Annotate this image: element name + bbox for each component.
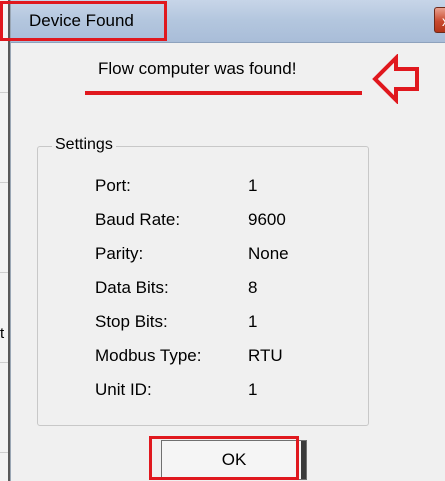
background-tick [0, 92, 8, 93]
setting-label-port: Port: [95, 176, 131, 195]
ok-highlight-box [149, 436, 299, 480]
title-highlight-box [0, 1, 167, 41]
settings-group-legend: Settings [52, 136, 116, 154]
setting-value-data-bits: 8 [248, 278, 258, 297]
setting-label-unit-id: Unit ID: [95, 380, 152, 399]
setting-label-data-bits: Data Bits: [95, 278, 169, 297]
background-tick [0, 272, 8, 273]
left-arrow-icon [372, 54, 419, 104]
setting-value-port: 1 [248, 176, 258, 195]
setting-label-stop-bits: Stop Bits: [95, 312, 168, 331]
background-text-fragment: t [0, 325, 5, 342]
close-button[interactable]: x [434, 7, 445, 33]
background-tick [0, 452, 8, 453]
setting-label-parity: Parity: [95, 244, 144, 263]
setting-value-baud-rate: 9600 [248, 210, 286, 229]
status-message: Flow computer was found! [98, 59, 297, 78]
setting-label-modbus-type: Modbus Type: [95, 346, 202, 365]
setting-value-parity: None [248, 244, 289, 263]
setting-value-modbus-type: RTU [248, 346, 283, 365]
settings-group [37, 146, 369, 426]
setting-value-stop-bits: 1 [248, 312, 258, 331]
message-underline-annotation [85, 91, 362, 95]
ok-button-edge [301, 441, 306, 479]
background-tick [0, 182, 8, 183]
setting-label-baud-rate: Baud Rate: [95, 210, 181, 229]
background-tick [0, 362, 8, 363]
setting-value-unit-id: 1 [248, 380, 258, 399]
